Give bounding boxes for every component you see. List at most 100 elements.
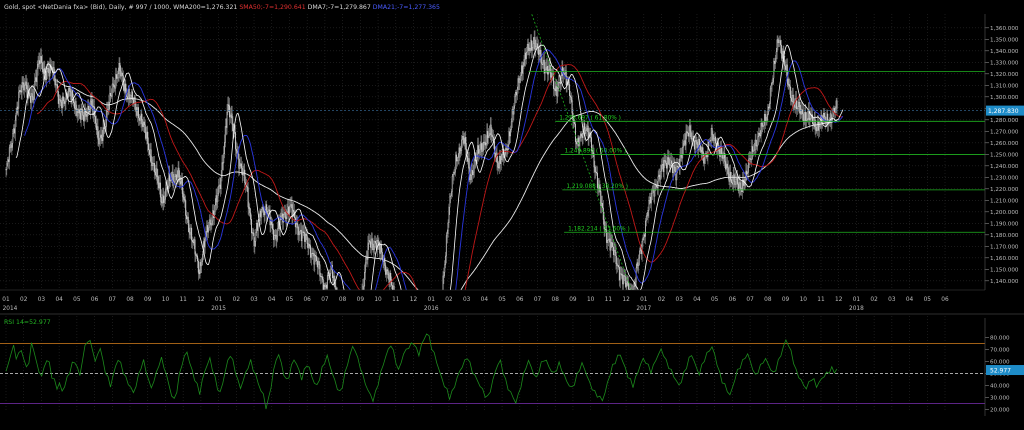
candle-body xyxy=(151,162,153,167)
candle-body xyxy=(272,223,274,230)
candle-body xyxy=(116,74,118,79)
candle-body xyxy=(752,146,754,152)
y-axis-label: 1,260.000 xyxy=(990,141,1019,147)
candle-body xyxy=(815,126,817,131)
x-month-label: 09 xyxy=(782,297,790,303)
candle-body xyxy=(259,210,261,217)
candle-body xyxy=(445,235,447,257)
candle-body xyxy=(149,149,151,155)
candle-body xyxy=(570,96,572,101)
candle-body xyxy=(190,227,192,235)
candle-body xyxy=(772,77,774,83)
candle-body xyxy=(443,272,445,277)
candle-body xyxy=(121,72,123,76)
candle-body xyxy=(390,273,392,280)
x-month-label: 05 xyxy=(286,297,294,303)
candle-body xyxy=(450,195,452,197)
candle-body xyxy=(150,149,152,163)
candle-body xyxy=(533,37,535,44)
candle-body xyxy=(333,275,335,281)
candle-body xyxy=(549,65,551,74)
candle-body xyxy=(299,229,301,232)
candle-body xyxy=(618,266,620,281)
candle-body xyxy=(687,132,689,134)
candle-body xyxy=(526,51,528,59)
candle-body xyxy=(547,65,549,75)
candle-body xyxy=(59,99,61,101)
x-year-label: 2017 xyxy=(636,306,651,312)
candle-body xyxy=(460,150,462,154)
candle-body xyxy=(262,206,264,212)
x-month-label: 02 xyxy=(20,297,28,303)
candle-body xyxy=(208,219,210,228)
candle-body xyxy=(472,171,474,175)
candle-body xyxy=(674,167,676,172)
candle-body xyxy=(521,65,523,74)
candle-body xyxy=(792,94,794,103)
candle-body xyxy=(300,229,302,242)
candle-body xyxy=(464,137,466,144)
candle-body xyxy=(668,158,670,166)
x-month-label: 11 xyxy=(817,297,825,303)
candle-body xyxy=(229,105,231,118)
candle-body xyxy=(817,121,819,131)
candle-body xyxy=(299,231,301,235)
x-month-label: 02 xyxy=(870,297,878,303)
candle-body xyxy=(474,159,476,162)
candle-body xyxy=(85,114,87,117)
candle-body xyxy=(62,96,64,109)
rsi-axis-label: 30.000 xyxy=(990,396,1010,402)
candle-body xyxy=(529,48,531,51)
candle-body xyxy=(736,177,738,185)
candle-body xyxy=(256,223,258,233)
candle-body xyxy=(448,206,450,224)
candle-body xyxy=(613,249,615,256)
candle-body xyxy=(135,103,137,111)
candle-body xyxy=(694,140,696,150)
x-month-label: 08 xyxy=(552,297,560,303)
candle-body xyxy=(447,222,449,234)
candle-body xyxy=(206,225,208,232)
candle-body xyxy=(128,88,130,98)
candle-body xyxy=(131,91,133,96)
candle-body xyxy=(72,90,74,98)
candle-body xyxy=(801,109,803,114)
candle-body xyxy=(747,172,749,175)
candle-body xyxy=(188,224,190,233)
candle-body xyxy=(42,69,44,74)
candle-body xyxy=(488,133,490,137)
candle-body xyxy=(719,150,721,157)
candle-body xyxy=(196,255,198,257)
candle-body xyxy=(833,107,835,111)
candle-body xyxy=(781,53,783,59)
candle-body xyxy=(185,200,187,216)
candle-body xyxy=(784,61,786,67)
candle-body xyxy=(139,119,141,121)
candle-body xyxy=(164,199,166,203)
x-month-label: 01 xyxy=(2,297,10,303)
candle-body xyxy=(303,231,305,233)
candle-body xyxy=(371,238,373,245)
candle-body xyxy=(137,107,139,119)
candle-body xyxy=(545,67,547,71)
candle-body xyxy=(252,232,254,234)
candle-body xyxy=(23,82,25,91)
candle-body xyxy=(170,180,172,182)
candle-body xyxy=(835,100,837,110)
title-part: SMA50;-7=1,290.641 xyxy=(237,4,305,11)
candle-body xyxy=(110,92,112,96)
candle-body xyxy=(636,262,638,269)
candle-body xyxy=(35,77,37,82)
candle-body xyxy=(187,216,189,225)
candle-body xyxy=(684,140,686,146)
candle-body xyxy=(486,131,488,144)
candle-body xyxy=(222,162,224,164)
candle-body xyxy=(312,252,314,255)
candle-body xyxy=(102,127,104,141)
candle-body xyxy=(73,102,75,109)
candle-body xyxy=(580,133,582,137)
candle-body xyxy=(78,109,80,113)
candle-body xyxy=(174,176,176,182)
candle-body xyxy=(752,150,754,152)
candle-body xyxy=(627,281,629,283)
